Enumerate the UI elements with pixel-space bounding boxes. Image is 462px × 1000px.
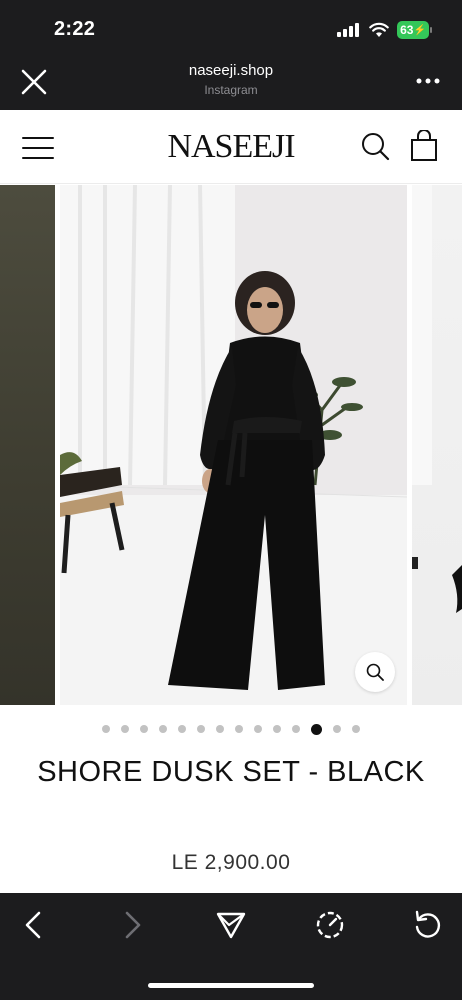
search-icon[interactable]	[360, 131, 390, 161]
next-slide-photo	[412, 185, 462, 613]
battery-indicator: 63 ⚡	[397, 21, 429, 39]
pagination-dot[interactable]	[140, 725, 148, 733]
browser-source: Instagram	[204, 83, 258, 97]
zoom-icon	[366, 663, 384, 681]
pagination-dot[interactable]	[216, 725, 224, 733]
product-photo	[60, 185, 407, 705]
gallery-slide-next[interactable]	[412, 185, 462, 705]
status-time: 2:22	[54, 18, 96, 40]
speed-icon[interactable]	[314, 909, 346, 941]
reload-icon[interactable]	[412, 909, 444, 941]
pagination-dot[interactable]	[292, 725, 300, 733]
back-icon[interactable]	[18, 909, 50, 941]
site-logo[interactable]: NASEEJI	[0, 128, 462, 166]
product-gallery[interactable]	[0, 185, 462, 705]
pagination-dot[interactable]	[197, 725, 205, 733]
battery-level: 63	[400, 23, 414, 37]
battery-cap	[430, 27, 432, 33]
pagination-dot[interactable]	[333, 725, 341, 733]
zoom-button[interactable]	[355, 652, 395, 692]
pagination-dot[interactable]	[178, 725, 186, 733]
signal-icon	[337, 23, 359, 37]
gallery-pagination	[0, 722, 462, 736]
pagination-dot[interactable]	[352, 725, 360, 733]
pagination-dot-active[interactable]	[311, 723, 322, 735]
product-price: LE 2,900.00	[171, 851, 291, 874]
home-indicator	[148, 983, 314, 988]
site-header: NASEEJI	[0, 110, 462, 184]
browser-toolbar	[0, 893, 462, 1000]
forward-icon[interactable]	[116, 909, 148, 941]
browser-header: naseeji.shop Instagram	[0, 56, 462, 110]
gallery-slide-previous[interactable]	[0, 185, 55, 705]
wifi-icon	[369, 22, 389, 37]
more-icon[interactable]	[416, 78, 440, 84]
product-title: SHORE DUSK SET - BLACK	[37, 756, 425, 788]
share-icon[interactable]	[215, 909, 247, 941]
pagination-dot[interactable]	[254, 725, 262, 733]
charging-icon: ⚡	[413, 24, 426, 36]
gallery-slide-current[interactable]	[60, 185, 407, 705]
pagination-dot[interactable]	[121, 725, 129, 733]
browser-domain: naseeji.shop	[188, 62, 274, 79]
pagination-dot[interactable]	[235, 725, 243, 733]
pagination-dot[interactable]	[159, 725, 167, 733]
bag-icon[interactable]	[410, 130, 438, 162]
pagination-dot[interactable]	[273, 725, 281, 733]
pagination-dot[interactable]	[102, 725, 110, 733]
status-bar: 2:22 63 ⚡	[0, 0, 462, 56]
website: NASEEJI SHORE DUSK SET - BLACK LE 2,900.…	[0, 110, 462, 893]
